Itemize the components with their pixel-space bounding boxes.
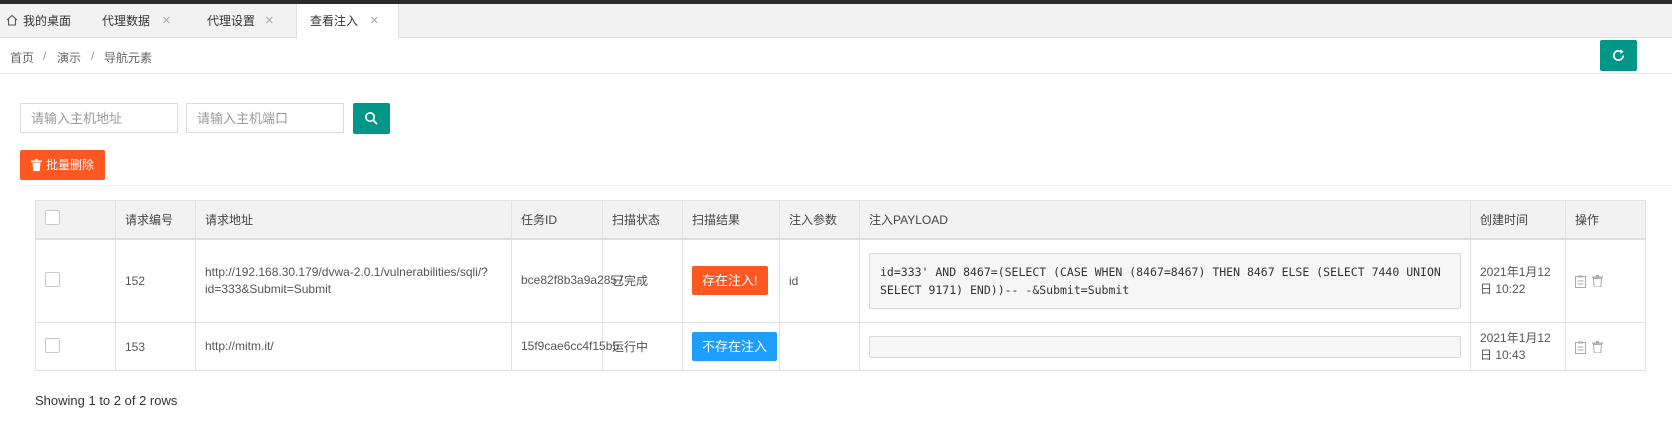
batch-delete-label: 批量删除 xyxy=(46,158,95,172)
close-icon[interactable]: × xyxy=(162,4,171,38)
breadcrumb-separator: / xyxy=(91,49,95,63)
tab-proxy-settings[interactable]: 代理设置 × xyxy=(207,4,279,38)
tab-label: 代理数据 xyxy=(102,14,151,28)
column-header[interactable]: 任务ID xyxy=(511,200,603,240)
task-id-cell: 15f9cae6cc4f15b5 xyxy=(511,322,619,371)
scan-result-badge: 存在注入! xyxy=(692,266,768,296)
scan-result-badge: 不存在注入 xyxy=(692,332,778,361)
created-time-cell: 2021年1月12日 10:22 xyxy=(1470,238,1566,323)
scan-result-cell: 存在注入! xyxy=(682,238,780,323)
column-header[interactable]: 请求编号 xyxy=(115,200,196,240)
trash-icon xyxy=(31,159,42,171)
row-checkbox[interactable] xyxy=(45,337,60,353)
breadcrumb-separator: / xyxy=(43,49,47,63)
select-all-checkbox[interactable] xyxy=(45,210,60,226)
column-header[interactable]: 注入PAYLOAD xyxy=(859,200,1471,240)
param-cell xyxy=(779,322,860,371)
breadcrumb-demo[interactable]: 演示 xyxy=(57,49,81,66)
injection-table: 请求编号 请求地址 任务ID 扫描状态 扫描结果 注入参数 注入PAYLOAD … xyxy=(35,200,1646,371)
host-input[interactable] xyxy=(20,103,178,133)
breadcrumb: 首页 / 演示 / 导航元素 xyxy=(0,38,1672,74)
payload-cell: id=333' AND 8467=(SELECT (CASE WHEN (846… xyxy=(859,238,1471,323)
batch-delete-button[interactable]: 批量删除 xyxy=(20,150,105,180)
scan-result-cell: 不存在注入 xyxy=(682,322,780,371)
tab-bar: 我的桌面 代理数据 × 代理设置 × 查看注入 × xyxy=(0,4,1672,39)
tab-my-desktop[interactable]: 我的桌面 xyxy=(0,4,80,38)
tab-proxy-data[interactable]: 代理数据 × xyxy=(102,4,174,38)
port-input[interactable] xyxy=(186,103,344,133)
delete-icon[interactable] xyxy=(1592,341,1604,354)
column-header[interactable]: 创建时间 xyxy=(1470,200,1566,240)
param-cell: id xyxy=(779,238,860,323)
column-header[interactable]: 扫描状态 xyxy=(602,200,683,240)
tab-label: 代理设置 xyxy=(207,14,256,28)
payload-cell xyxy=(859,322,1471,371)
pagination-info: Showing 1 to 2 of 2 rows xyxy=(35,393,178,408)
row-checkbox[interactable] xyxy=(45,271,60,287)
tab-label: 查看注入 xyxy=(310,14,359,28)
detail-icon[interactable] xyxy=(1575,341,1586,354)
actions-cell xyxy=(1565,322,1646,371)
search-button[interactable] xyxy=(353,103,390,134)
column-header[interactable]: 注入参数 xyxy=(779,200,860,240)
created-time-cell: 2021年1月12日 10:43 xyxy=(1470,322,1566,371)
column-header[interactable]: 操作 xyxy=(1565,200,1646,240)
table-row: 152 http://192.168.30.179/dvwa-2.0.1/vul… xyxy=(35,238,1646,323)
select-all-cell xyxy=(35,200,116,240)
scan-status-cell: 运行中 xyxy=(602,322,683,371)
breadcrumb-current: 导航元素 xyxy=(104,51,153,65)
request-id-cell: 153 xyxy=(115,322,196,371)
column-header[interactable]: 扫描结果 xyxy=(682,200,780,240)
request-id-cell: 152 xyxy=(115,238,196,323)
breadcrumb-home[interactable]: 首页 xyxy=(10,49,34,66)
refresh-icon xyxy=(1612,49,1625,62)
home-icon xyxy=(6,14,18,26)
search-icon xyxy=(365,112,378,125)
table-row: 153 http://mitm.it/ 15f9cae6cc4f15b5 运行中… xyxy=(35,322,1646,371)
close-icon[interactable]: × xyxy=(265,4,274,38)
close-icon[interactable]: × xyxy=(370,4,379,38)
task-id-cell: bce82f8b3a9a2857 xyxy=(511,238,624,323)
tab-label: 我的桌面 xyxy=(23,14,72,28)
detail-icon[interactable] xyxy=(1575,275,1586,288)
payload-field[interactable] xyxy=(869,335,1461,358)
tab-view-injection[interactable]: 查看注入 × xyxy=(296,4,399,39)
actions-cell xyxy=(1565,238,1646,323)
scan-status-cell: 已完成 xyxy=(602,238,683,323)
request-url-cell: http://192.168.30.179/dvwa-2.0.1/vulnera… xyxy=(195,238,512,323)
divider xyxy=(20,185,1672,186)
delete-icon[interactable] xyxy=(1592,275,1604,288)
payload-field[interactable]: id=333' AND 8467=(SELECT (CASE WHEN (846… xyxy=(869,252,1461,309)
request-url-cell: http://mitm.it/ xyxy=(195,322,512,371)
column-header[interactable]: 请求地址 xyxy=(195,200,512,240)
refresh-button[interactable] xyxy=(1600,40,1637,71)
table-header-row: 请求编号 请求地址 任务ID 扫描状态 扫描结果 注入参数 注入PAYLOAD … xyxy=(35,200,1646,240)
